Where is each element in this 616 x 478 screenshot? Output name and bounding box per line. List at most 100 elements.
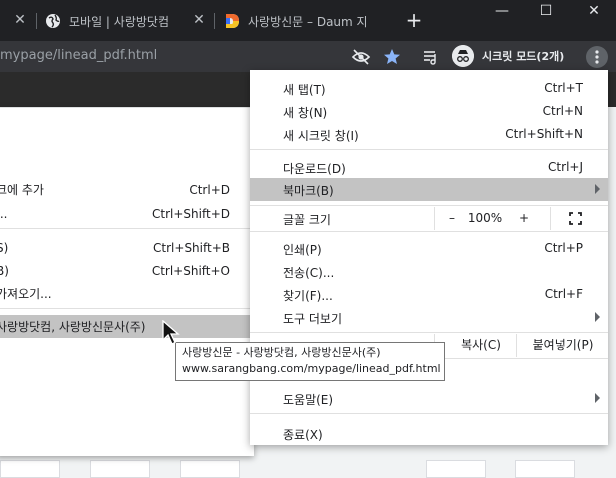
zoom-out-button[interactable]: –: [442, 207, 462, 230]
bookmark-tooltip: 사랑방신문 - 사랑방닷컴, 사랑방신문사(주) www.sarangbang.…: [175, 342, 445, 381]
menu-separator: [250, 205, 608, 206]
chrome-main-menu: 새 탭(T) Ctrl+T 새 창(N) Ctrl+N 새 시크릿 창(I) C…: [250, 70, 608, 445]
page-card: [0, 460, 60, 478]
menu-item-new-tab[interactable]: 새 탭(T) Ctrl+T: [250, 77, 608, 100]
menu-item-label: 인쇄(P): [283, 243, 322, 257]
bookmark-item-sarangbang[interactable]: 사랑방닷컴, 사랑방신문사(주): [0, 315, 254, 338]
zoom-label: 글꼴 크기: [283, 213, 331, 227]
menu-item-label: ...: [0, 206, 8, 221]
zoom-divider: [434, 207, 435, 230]
menu-item-exit[interactable]: 종료(X): [250, 422, 608, 445]
menu-item-shortcut: Ctrl+J: [548, 160, 583, 174]
incognito-profile-button[interactable]: 시크릿 모드(2개): [452, 44, 564, 68]
eye-off-icon[interactable]: [350, 46, 372, 68]
tooltip-title: 사랑방신문 - 사랑방닷컴, 사랑방신문사(주): [182, 346, 381, 359]
window-close-button[interactable]: ✕: [572, 0, 616, 22]
maximize-button[interactable]: ☐: [524, 0, 568, 22]
tab-3[interactable]: 사랑방신문 – Daum 지: [216, 7, 392, 35]
menu-item-bookmarks[interactable]: 북마크(B): [250, 178, 608, 201]
globe-icon: [46, 14, 60, 28]
close-icon[interactable]: ✕: [12, 12, 28, 28]
menu-item-more-tools[interactable]: 도구 더보기: [250, 306, 608, 329]
menu-separator: [250, 149, 608, 150]
menu-item-shortcut: Ctrl+P: [544, 241, 583, 255]
menu-separator: [0, 308, 254, 309]
menu-item-shortcut: Ctrl+N: [542, 104, 583, 118]
menu-item-label: 새 시크릿 창(I): [283, 129, 359, 143]
tab-2-title: 모바일 | 사랑방닷컴: [69, 14, 169, 29]
daum-logo-icon: [226, 14, 239, 28]
menu-item-downloads[interactable]: 다운로드(D) Ctrl+J: [250, 156, 608, 179]
menu-separator: [250, 413, 608, 414]
menu-item-help[interactable]: 도움말(E): [250, 387, 608, 410]
address-bar-url[interactable]: mypage/linead_pdf.html: [0, 48, 157, 63]
menu-separator: [250, 231, 608, 232]
new-tab-button[interactable]: +: [402, 9, 426, 33]
page-card: [180, 460, 240, 478]
menu-item-label: 사랑방닷컴, 사랑방신문사(주): [0, 320, 146, 334]
tab-1[interactable]: ✕: [0, 7, 34, 35]
menu-item-label: 가져오기...: [0, 287, 52, 301]
submenu-arrow-icon: [595, 184, 600, 194]
menu-item-shortcut: Ctrl+D: [189, 182, 230, 197]
zoom-in-button[interactable]: +: [514, 207, 534, 230]
zoom-divider: [550, 207, 551, 230]
profile-label: 시크릿 모드(2개): [482, 50, 565, 63]
menu-item-label: 도구 더보기: [283, 312, 343, 326]
menu-item-label: 도움말(E): [283, 393, 334, 407]
page-card: [515, 460, 575, 478]
menu-item-label: 찾기(F)...: [283, 289, 333, 303]
menu-item-label: 종료(X): [283, 428, 323, 442]
menu-item-label: 다운로드(D): [283, 162, 346, 176]
menu-item-zoom: 글꼴 크기 – 100% +: [250, 207, 608, 230]
tab-2[interactable]: 모바일 | 사랑방닷컴 ✕: [37, 7, 213, 35]
close-icon[interactable]: ✕: [191, 12, 207, 28]
bookmarks-submenu: 크에 추가 Ctrl+D ... Ctrl+Shift+D S) Ctrl+Sh…: [0, 108, 254, 456]
copy-button[interactable]: 복사(C): [436, 334, 526, 357]
kebab-menu-icon[interactable]: [586, 46, 608, 68]
show-bookmarks-bar-item[interactable]: S) Ctrl+Shift+B: [0, 236, 254, 259]
tooltip-url: www.sarangbang.com/mypage/linead_pdf.htm…: [182, 362, 441, 375]
paste-button[interactable]: 붙여넣기(P): [518, 334, 608, 357]
menu-item-shortcut: Ctrl+Shift+B: [153, 240, 230, 255]
menu-item-shortcut: Ctrl+F: [544, 287, 583, 301]
submenu-arrow-icon: [595, 393, 600, 403]
menu-item-label: 전송(C)...: [283, 266, 335, 280]
bookmark-this-tab-item[interactable]: 크에 추가 Ctrl+D: [0, 178, 254, 201]
incognito-icon: [452, 45, 474, 67]
menu-item-print[interactable]: 인쇄(P) Ctrl+P: [250, 237, 608, 260]
bookmark-all-tabs-item[interactable]: ... Ctrl+Shift+D: [0, 202, 254, 225]
menu-item-new-window[interactable]: 새 창(N) Ctrl+N: [250, 100, 608, 123]
menu-item-shortcut: Ctrl+Shift+O: [151, 263, 230, 278]
menu-item-label: 새 창(N): [283, 106, 328, 120]
menu-item-label: S): [0, 240, 9, 255]
menu-item-shortcut: Ctrl+T: [544, 81, 583, 95]
fullscreen-icon[interactable]: [569, 212, 582, 225]
star-icon[interactable]: [381, 46, 403, 68]
reading-list-icon[interactable]: [420, 46, 442, 68]
page-card: [426, 460, 486, 478]
menu-separator: [250, 332, 608, 333]
minimize-button[interactable]: —: [480, 0, 524, 22]
page-card: [90, 460, 150, 478]
bookmark-manager-item[interactable]: B) Ctrl+Shift+O: [0, 259, 254, 282]
edit-divider: [516, 334, 517, 357]
menu-item-shortcut: Ctrl+Shift+D: [152, 206, 230, 221]
menu-separator: [0, 228, 254, 229]
menu-item-cast[interactable]: 전송(C)...: [250, 260, 608, 283]
tab-3-title: 사랑방신문 – Daum 지: [248, 14, 368, 29]
mouse-cursor-icon: [162, 320, 180, 345]
menu-item-label: 새 탭(T): [283, 83, 326, 97]
menu-item-new-incognito-window[interactable]: 새 시크릿 창(I) Ctrl+Shift+N: [250, 123, 608, 146]
tab-separator: [214, 13, 215, 29]
menu-item-shortcut: Ctrl+Shift+N: [505, 127, 583, 141]
tab-strip: ✕ 모바일 | 사랑방닷컴 ✕ 사랑방신문 – Daum 지 + — ☐ ✕: [0, 0, 616, 41]
zoom-value: 100%: [467, 211, 503, 225]
toolbar: mypage/linead_pdf.html 시크릿 모드(2개): [0, 41, 616, 72]
submenu-arrow-icon: [595, 312, 600, 322]
import-bookmarks-item[interactable]: 가져오기...: [0, 282, 254, 305]
menu-item-label: B): [0, 263, 9, 278]
menu-item-label: 크에 추가: [0, 183, 44, 197]
menu-item-find[interactable]: 찾기(F)... Ctrl+F: [250, 283, 608, 306]
menu-item-label: 북마크(B): [283, 184, 334, 198]
